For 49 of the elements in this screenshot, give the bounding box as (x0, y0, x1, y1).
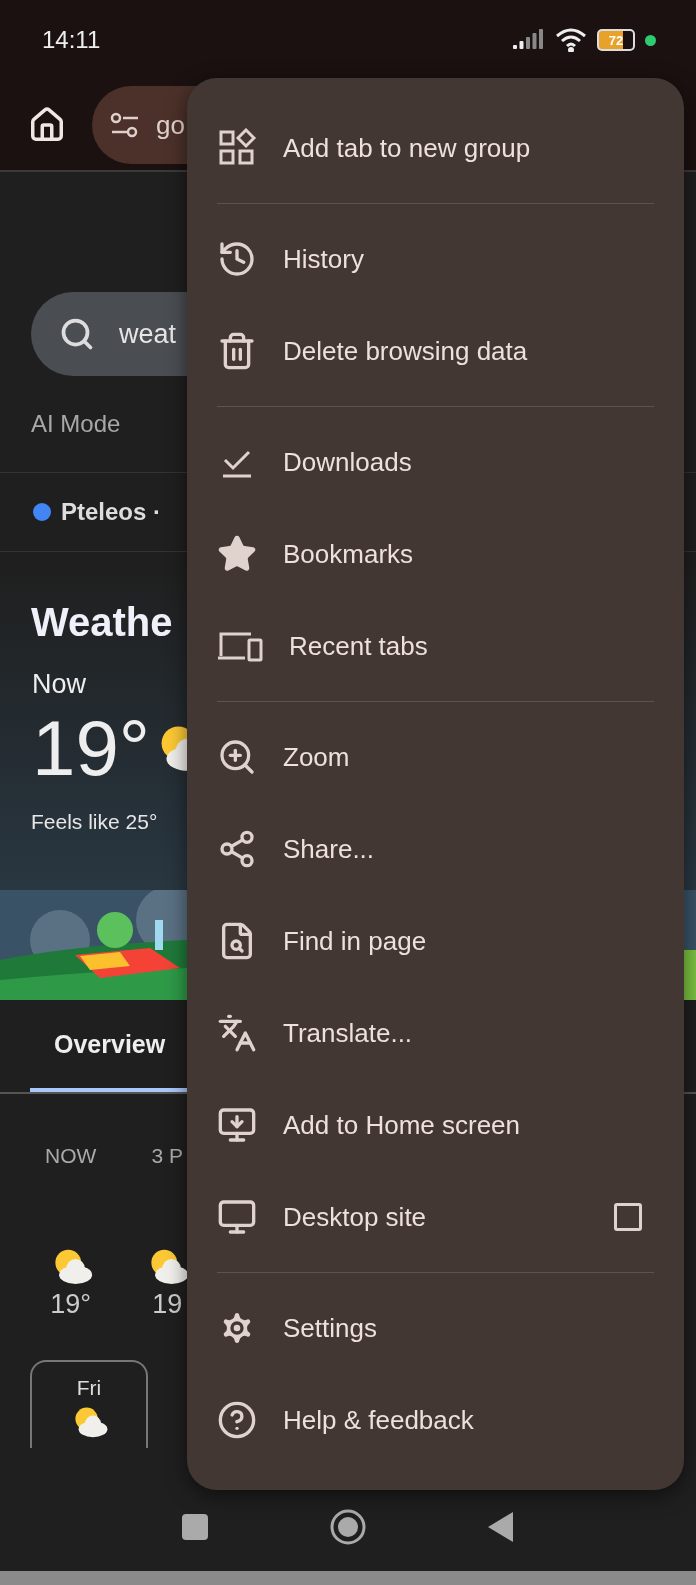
menu-item[interactable]: Settings (187, 1282, 684, 1374)
menu-item[interactable]: Add tab to new group (187, 102, 684, 194)
day-card[interactable]: Fri (30, 1359, 148, 1448)
menu-item[interactable]: Bookmarks (187, 508, 684, 600)
signal-icon (513, 29, 545, 51)
home-icon[interactable] (28, 106, 66, 144)
status-time: 14:11 (42, 26, 101, 54)
menu-item[interactable]: Add to Home screen (187, 1079, 684, 1171)
add-to-home-icon (217, 1105, 257, 1145)
menu-item[interactable]: Zoom (187, 711, 684, 803)
home-nav-icon[interactable] (329, 1508, 367, 1546)
temperature: 19° (32, 703, 150, 794)
menu-item[interactable]: Share... (187, 803, 684, 895)
checkbox[interactable] (614, 1203, 642, 1231)
menu-item[interactable]: Help & feedback (187, 1374, 684, 1466)
hour-label: NOW (45, 1144, 97, 1168)
weather-title: Weathe (31, 600, 173, 645)
history-icon (217, 239, 257, 279)
menu-item[interactable]: Desktop site (187, 1171, 684, 1263)
monitor-icon (217, 1197, 257, 1237)
hour-label: 3 P (151, 1144, 184, 1168)
tab-group-icon (217, 128, 257, 168)
privacy-dot (645, 34, 656, 46)
day-label: Fri (76, 1375, 102, 1400)
search-text: weat (119, 318, 177, 350)
wifi-icon (555, 28, 587, 52)
now-label: Now (32, 669, 86, 700)
menu-item[interactable]: Find in page (187, 895, 684, 987)
menu-item[interactable]: History (187, 213, 684, 305)
menu-item[interactable]: Delete browsing data (187, 305, 684, 397)
star-icon (217, 534, 257, 574)
search-tab[interactable]: AI Mode (31, 410, 121, 438)
back-icon[interactable] (487, 1511, 515, 1543)
battery-indicator: 72 (597, 29, 635, 51)
search-icon (59, 316, 95, 352)
menu-item[interactable]: Translate... (187, 987, 684, 1079)
menu-item[interactable]: Recent tabs (187, 600, 684, 692)
hour-temperature: 19 (152, 1288, 183, 1320)
menu-item[interactable]: Downloads (187, 416, 684, 508)
help-icon (217, 1400, 257, 1440)
feels-like: Feels like 25° (31, 810, 158, 834)
zoom-in-icon (217, 737, 257, 777)
share-icon (217, 829, 257, 869)
site-settings-icon (110, 112, 140, 138)
translate-icon (217, 1013, 257, 1053)
url-text: go (156, 109, 185, 141)
recents-icon[interactable] (181, 1513, 209, 1541)
location-name: Pteleos · (61, 498, 162, 526)
hour-temperature: 19° (50, 1288, 92, 1320)
